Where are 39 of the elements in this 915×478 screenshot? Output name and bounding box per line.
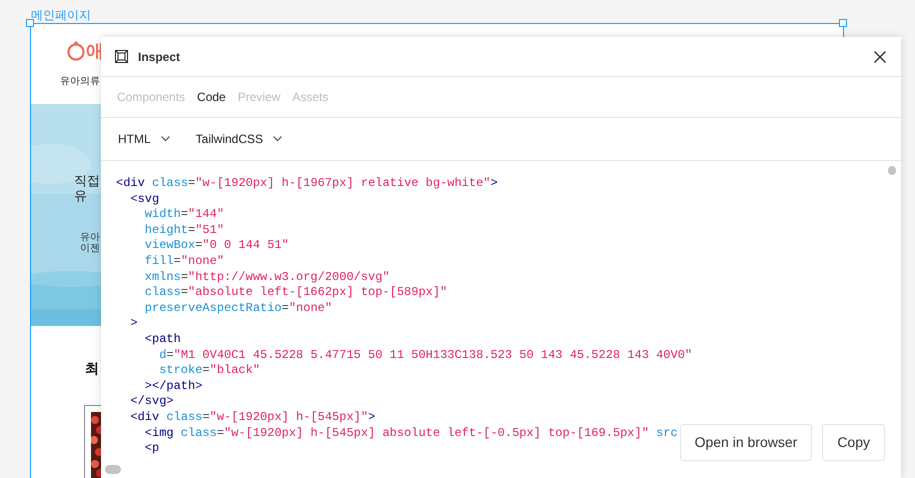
action-button[interactable]: Open in browser: [680, 424, 812, 461]
hero-heading: 직접: [74, 173, 100, 188]
code-line: d="M1 0V40C1 45.5228 5.47715 50 11 50H133C138.523 50 143 45.5228 143 40V0": [158, 348, 692, 364]
frame-icon: [115, 50, 128, 63]
section-heading: 최: [85, 359, 99, 378]
code-line: >: [129, 316, 138, 332]
resize-handle[interactable]: [26, 19, 34, 27]
hero-heading: 유: [74, 188, 88, 203]
dropdown[interactable]: HTML: [118, 130, 170, 148]
resize-handle[interactable]: [839, 19, 847, 27]
code-line: xmlns="http://www.w3.org/2000/svg": [144, 270, 390, 286]
scrollbar-thumb[interactable]: [888, 166, 896, 175]
close-icon[interactable]: [874, 50, 886, 62]
code-line: width="144": [144, 207, 224, 223]
code-line: <p: [144, 441, 160, 457]
code-line: <div class="w-[1920px] h-[1967px] relative bg-white">: [116, 176, 498, 192]
action-button[interactable]: Copy: [822, 424, 885, 461]
code-line: </svg>: [129, 394, 174, 410]
tab[interactable]: Code: [197, 88, 226, 106]
code-line: <div class="w-[1920px] h-[545px]">: [129, 410, 376, 426]
dropdown[interactable]: TailwindCSS: [196, 130, 282, 148]
code-line: <svg: [129, 192, 160, 208]
code-line: class="absolute left-[1662px] top-[589px]": [144, 285, 448, 301]
code-line: <path: [144, 332, 181, 348]
code-line: viewBox="0 0 144 51": [144, 238, 289, 254]
code-line: stroke="black": [158, 363, 260, 379]
code-line: ></path>: [144, 378, 202, 394]
hero-subtext: 유아: [80, 232, 100, 243]
code-line: height="51": [144, 222, 224, 238]
chevron-down-icon: [273, 136, 282, 142]
scrollbar-thumb[interactable]: [105, 465, 121, 474]
dialog-title: Inspect: [138, 48, 180, 66]
nav-link[interactable]: 유아의류: [60, 76, 100, 88]
code-line: preserveAspectRatio="none": [144, 300, 332, 316]
hero-subtext: 이젠: [80, 243, 100, 254]
code-line: fill="none": [144, 254, 224, 270]
chevron-down-icon: [160, 136, 170, 142]
code-line: <img class="w-[1920px] h-[545px] absolute left-[-0.5px] top-[169.5px]" src: [144, 426, 678, 442]
frame-label: 메인페이지: [31, 8, 91, 22]
